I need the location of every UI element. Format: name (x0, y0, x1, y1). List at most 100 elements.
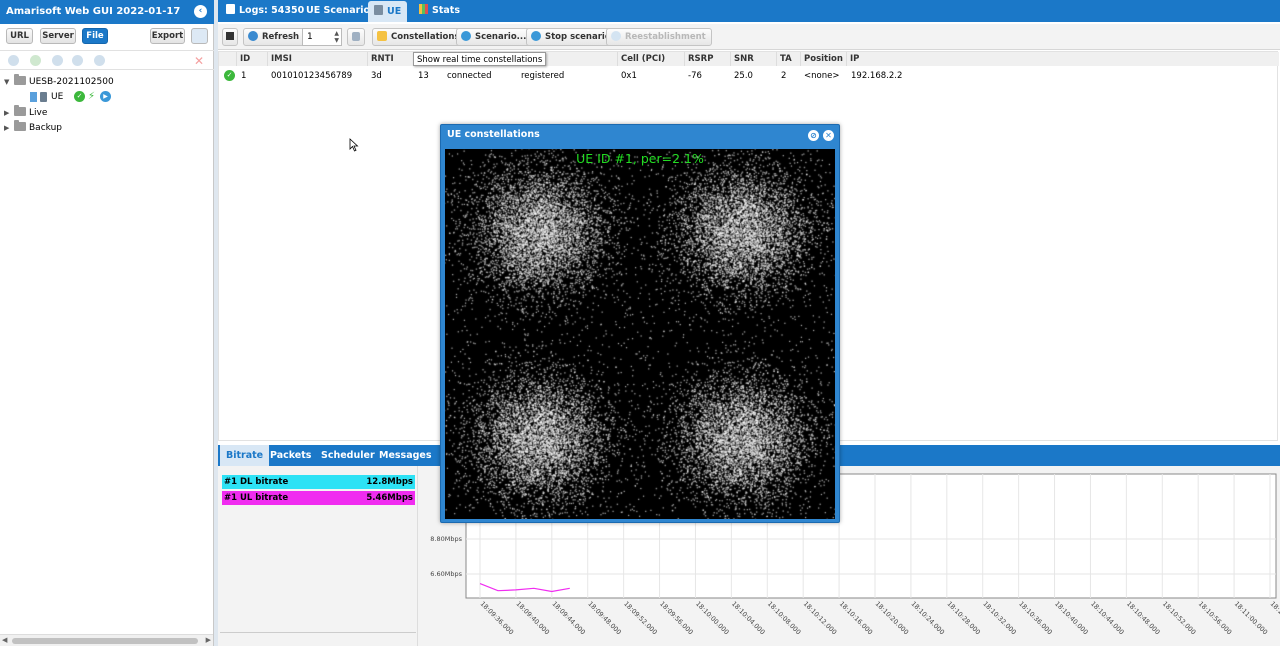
import-icon[interactable] (191, 28, 208, 44)
expand-icon[interactable]: ▼ (4, 75, 14, 89)
app-title: Amarisoft Web GUI 2022-01-17 (0, 0, 214, 24)
export-button[interactable]: Export (150, 28, 185, 44)
delete-icon[interactable]: ✕ (194, 54, 204, 68)
terminal-button[interactable] (222, 28, 238, 46)
scroll-left-icon[interactable]: ◀ (2, 636, 7, 644)
ue-count-stepper[interactable]: 1 ▲ ▼ (302, 28, 342, 46)
refresh-icon (248, 31, 258, 41)
tab-ue[interactable]: UE (368, 1, 408, 22)
tree-item-backup[interactable]: ▶ Backup (4, 120, 62, 135)
collapse-panel-icon[interactable]: ‹ (194, 5, 207, 18)
table-header-id[interactable]: ID (237, 52, 268, 66)
table-header-status[interactable] (219, 52, 237, 66)
scrollbar-thumb[interactable] (12, 638, 198, 644)
table-header-rsrp[interactable]: RSRP (685, 52, 731, 66)
cell-rsrp: -76 (688, 71, 702, 81)
folder-icon (14, 120, 26, 131)
close-icon[interactable]: ✕ (823, 130, 834, 141)
x-tick-label: 18:09:40.000 (514, 600, 551, 637)
cell-position: <none> (804, 71, 840, 81)
table-header-ta[interactable]: TA (777, 52, 801, 66)
legend-item-dl[interactable]: #1 DL bitrate 12.8Mbps (222, 475, 415, 489)
cell-ip: 192.168.2.2 (851, 71, 903, 81)
add-icon[interactable] (30, 55, 41, 66)
refresh-button[interactable]: Refresh (243, 28, 306, 46)
people-button[interactable] (347, 28, 365, 46)
tab-ue-scenario[interactable]: UE Scenario (300, 0, 376, 22)
legend-panel: #1 DL bitrate 12.8Mbps #1 UL bitrate 5.46M… (218, 466, 418, 646)
x-tick-label: 18:10:40.000 (1053, 600, 1090, 637)
cell-imsi: 001010123456789 (271, 71, 353, 81)
chart-icon (419, 4, 428, 14)
phone-icon (374, 5, 383, 15)
expand-icon[interactable]: ▶ (4, 106, 14, 120)
constellations-button[interactable]: Constellations (372, 28, 466, 46)
x-tick-label: 18:10:56.000 (1197, 600, 1234, 637)
y-tick-label: 8.80Mbps (430, 535, 462, 543)
reestablishment-button[interactable]: Reestablishment (606, 28, 712, 46)
expand-icon[interactable]: ▶ (4, 121, 14, 135)
cell-col4: 13 (418, 71, 429, 81)
table-header-cell[interactable]: Cell (PCI) (618, 52, 685, 66)
constellation-plot (445, 149, 835, 519)
x-tick-label: 18:10:20.000 (874, 600, 911, 637)
left-toolbar: ✕ (0, 50, 214, 70)
star-icon (377, 31, 387, 41)
x-tick-label: 18:10:52.000 (1161, 600, 1198, 637)
tree-item-live[interactable]: ▶ Live (4, 105, 47, 120)
server-button[interactable]: Server (40, 28, 76, 44)
tab-scheduler[interactable]: Scheduler (315, 445, 381, 466)
mouse-cursor-icon (349, 138, 359, 152)
table-header-imsi[interactable]: IMSI (268, 52, 368, 66)
spinner-icon[interactable]: ▲ ▼ (334, 30, 339, 44)
refresh-icon[interactable] (52, 55, 63, 66)
edit-icon[interactable] (94, 55, 105, 66)
search-icon[interactable] (8, 55, 19, 66)
terminal-icon (226, 32, 234, 40)
settings-icon[interactable] (72, 55, 83, 66)
tab-packets[interactable]: Packets (264, 445, 317, 466)
tree-item-root[interactable]: ▼ UESB-2021102500 (4, 74, 114, 89)
tab-stats[interactable]: Stats (413, 0, 466, 22)
play-icon[interactable]: ▶ (100, 91, 111, 102)
divider (220, 632, 416, 633)
scenario-button[interactable]: Scenario... (456, 28, 533, 46)
horizontal-scrollbar[interactable]: ◀ ▶ (0, 634, 213, 646)
table-header-ip[interactable]: IP (847, 52, 1279, 66)
url-button[interactable]: URL (6, 28, 33, 44)
tab-logs[interactable]: Logs: 54350 (220, 0, 310, 22)
stop-scenario-button[interactable]: Stop scenario (526, 28, 617, 46)
top-tab-bar: Logs: 54350 UE Scenario UE Stats (218, 0, 1280, 22)
people-icon (352, 32, 360, 41)
cell-pci: 0x1 (621, 71, 637, 81)
phone-icon (40, 92, 47, 102)
table-header-snr[interactable]: SNR (731, 52, 777, 66)
table-header-rnti[interactable]: RNTI (368, 52, 414, 66)
x-tick-label: 18:09:44.000 (550, 600, 587, 637)
constellation-label: UE ID #1, per=2.1% (576, 151, 704, 166)
cell-id: 1 (241, 71, 247, 81)
pause-icon[interactable]: ⊘ (808, 130, 819, 141)
cell-emm: registered (521, 71, 565, 81)
tab-messages[interactable]: Messages (373, 445, 438, 466)
x-tick-label: 18:09:52.000 (622, 600, 659, 637)
file-button[interactable]: File (82, 28, 108, 44)
x-tick-label: 18:10:28.000 (945, 600, 982, 637)
table-header-position[interactable]: Position (801, 52, 847, 66)
x-tick-label: 18:10:08.000 (766, 600, 803, 637)
scroll-right-icon[interactable]: ▶ (206, 636, 211, 644)
x-tick-label: 18:10:16.000 (838, 600, 875, 637)
status-ok-icon: ✓ (224, 70, 235, 81)
x-tick-label: 18:10:04.000 (730, 600, 767, 637)
legend-item-ul[interactable]: #1 UL bitrate 5.46Mbps (222, 491, 415, 505)
cell-snr: 25.0 (734, 71, 753, 81)
constellation-dialog[interactable]: UE constellations ⊘ ✕ UE ID #1, per=2.1% (440, 124, 840, 523)
dialog-title: UE constellations (447, 129, 540, 140)
folder-icon (14, 74, 26, 85)
tooltip: Show real time constellations (413, 52, 547, 66)
tab-bitrate[interactable]: Bitrate (220, 445, 270, 466)
cell-state: connected (447, 71, 492, 81)
x-tick-label: 18:10:24.000 (909, 600, 946, 637)
x-tick-label: 18:11:00.000 (1233, 600, 1270, 637)
x-tick-label: 18:11:04.000 (1269, 600, 1280, 637)
